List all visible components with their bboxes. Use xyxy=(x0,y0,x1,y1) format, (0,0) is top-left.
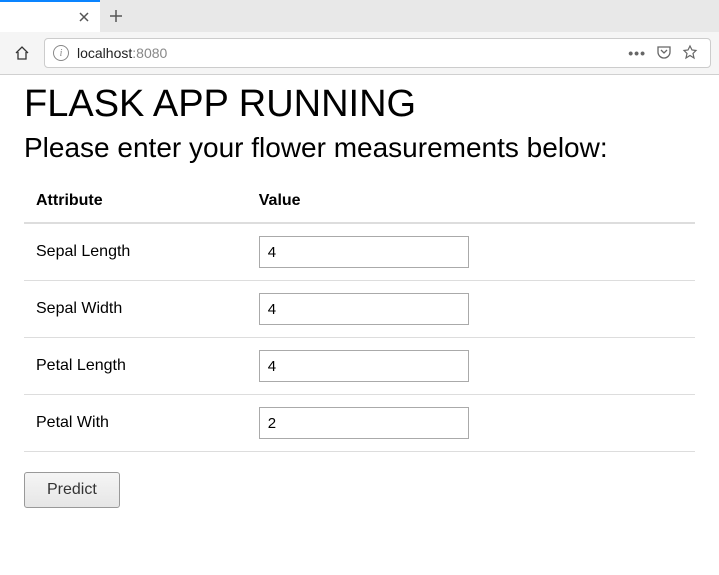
page-actions-icon[interactable]: ••• xyxy=(628,45,646,61)
predict-button[interactable]: Predict xyxy=(24,472,120,508)
table-row: Sepal Length xyxy=(24,223,695,281)
site-info-icon[interactable]: i xyxy=(53,45,69,61)
sepal-length-input[interactable] xyxy=(259,236,469,268)
petal-length-input[interactable] xyxy=(259,350,469,382)
col-attribute: Attribute xyxy=(24,180,247,223)
table-row: Petal With xyxy=(24,395,695,452)
reader-pocket-icon[interactable] xyxy=(656,44,672,63)
new-tab-button[interactable] xyxy=(100,0,132,32)
url-text: localhost:8080 xyxy=(77,45,167,61)
browser-chrome: i localhost:8080 ••• xyxy=(0,0,719,75)
petal-width-input[interactable] xyxy=(259,407,469,439)
attr-label: Sepal Width xyxy=(24,281,247,338)
col-value: Value xyxy=(247,180,695,223)
tab-bar xyxy=(0,0,719,32)
attr-label: Petal Length xyxy=(24,338,247,395)
bookmark-star-icon[interactable] xyxy=(682,44,698,63)
close-icon[interactable] xyxy=(76,9,92,25)
table-header-row: Attribute Value xyxy=(24,180,695,223)
url-host: localhost xyxy=(77,45,132,61)
page-content: FLASK APP RUNNING Please enter your flow… xyxy=(0,83,719,508)
page-subtitle: Please enter your flower measurements be… xyxy=(24,132,695,164)
address-row: i localhost:8080 ••• xyxy=(0,32,719,74)
table-row: Petal Length xyxy=(24,338,695,395)
attr-label: Sepal Length xyxy=(24,223,247,281)
home-button[interactable] xyxy=(8,39,36,67)
page-title: FLASK APP RUNNING xyxy=(24,83,695,126)
browser-tab[interactable] xyxy=(0,0,100,32)
measurements-table: Attribute Value Sepal Length Sepal Width… xyxy=(24,180,695,452)
address-bar-actions: ••• xyxy=(628,44,702,63)
table-row: Sepal Width xyxy=(24,281,695,338)
address-bar[interactable]: i localhost:8080 ••• xyxy=(44,38,711,68)
attr-label: Petal With xyxy=(24,395,247,452)
sepal-width-input[interactable] xyxy=(259,293,469,325)
url-port: :8080 xyxy=(132,45,167,61)
